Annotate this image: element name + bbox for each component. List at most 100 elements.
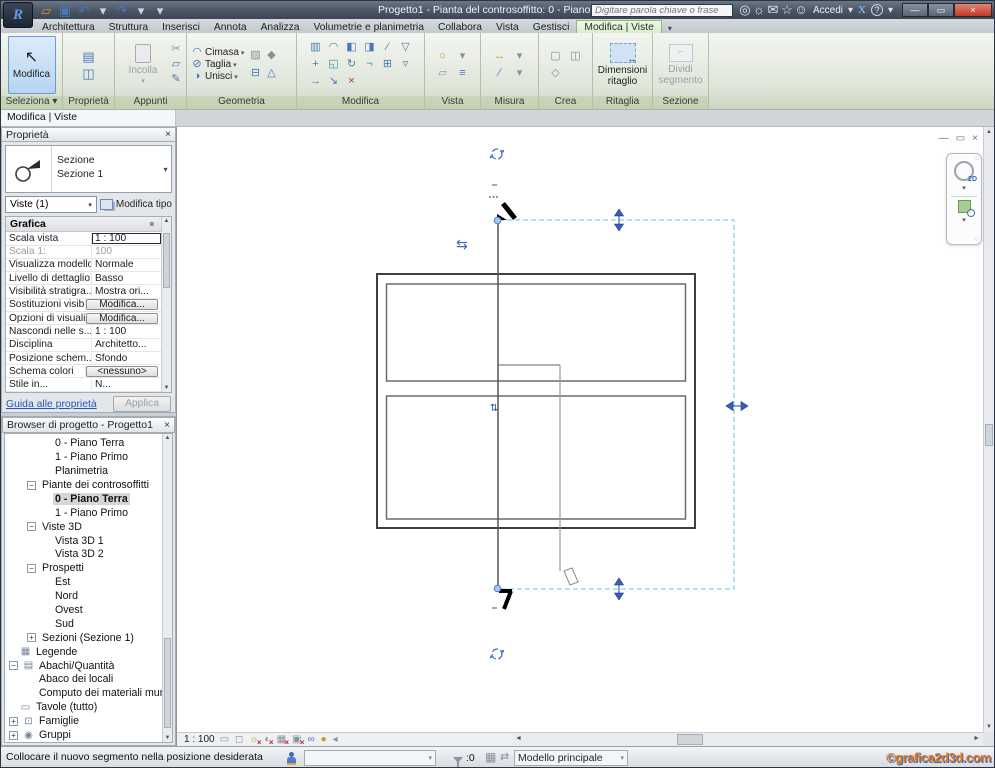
room-lower[interactable] bbox=[387, 396, 686, 519]
crop-size-button[interactable]: ↔ Dimensioni ritaglio bbox=[597, 36, 648, 94]
modify-button[interactable]: ↖ Modifica bbox=[8, 36, 56, 94]
tree-item[interactable]: Nord bbox=[5, 589, 172, 603]
scrollbar-thumb[interactable] bbox=[677, 734, 703, 745]
detail-level-icon[interactable]: ▭ bbox=[220, 735, 229, 745]
collapse-icon[interactable]: − bbox=[27, 481, 36, 490]
redo-icon[interactable]: ↷ bbox=[115, 4, 129, 17]
taglia-button[interactable]: ⊘Taglia▾ bbox=[191, 59, 244, 70]
tab-analizza[interactable]: Analizza bbox=[254, 21, 307, 33]
legend-component-icon[interactable]: ▢ bbox=[550, 51, 562, 62]
dimension-caret-icon[interactable]: ▾ bbox=[514, 68, 526, 79]
linework-brush-icon[interactable]: ▱ bbox=[437, 68, 449, 79]
apply-button[interactable]: Applica bbox=[113, 396, 171, 412]
expand-icon[interactable]: + bbox=[9, 717, 18, 726]
panel-title-ritaglia[interactable]: Ritaglia bbox=[593, 96, 652, 109]
property-value[interactable]: Architetto... bbox=[92, 339, 161, 350]
scale-icon[interactable]: ↘ bbox=[328, 76, 340, 87]
split-segment-button[interactable]: ⌐ Dividi segmento bbox=[657, 36, 704, 94]
building-outline[interactable] bbox=[377, 274, 695, 528]
tab-modifica-viste[interactable]: Modifica | Viste bbox=[576, 20, 661, 33]
create-group-icon[interactable]: ◇ bbox=[550, 68, 562, 79]
visual-style-icon[interactable]: ◻ bbox=[235, 735, 243, 745]
reveal-hidden-icon[interactable]: ● bbox=[321, 735, 327, 745]
aligned-dimension-icon[interactable]: ∕ bbox=[494, 68, 506, 79]
sun-path-icon[interactable]: ☼× bbox=[249, 735, 258, 745]
lightbulb-icon[interactable]: ○ bbox=[437, 51, 449, 62]
expand-icon[interactable]: + bbox=[27, 633, 36, 642]
split-element-icon[interactable]: ∕ bbox=[382, 42, 394, 53]
tab-annota[interactable]: Annota bbox=[207, 21, 254, 33]
tree-item[interactable]: 0 - Piano Terra bbox=[5, 436, 172, 450]
editing-requests-icon[interactable]: ▦ bbox=[485, 750, 496, 764]
expand-icon[interactable]: + bbox=[9, 731, 18, 740]
tab-volumetrie-e-planimetria[interactable]: Volumetrie e planimetria bbox=[306, 21, 430, 33]
property-grid-scrollbar[interactable]: ▲ ▼ bbox=[161, 217, 171, 392]
vertical-scrollbar[interactable]: ▲ ▼ bbox=[983, 127, 994, 732]
wall-sweep-icon[interactable]: ◆ bbox=[265, 50, 277, 61]
move-icon[interactable]: + bbox=[310, 59, 322, 70]
tree-item[interactable]: −Piante dei controsoffitti bbox=[5, 478, 172, 492]
trim-icon[interactable]: ¬ bbox=[364, 59, 376, 70]
tree-item[interactable]: +◉Gruppi bbox=[5, 728, 172, 742]
exchange-apps-icon[interactable]: X bbox=[858, 4, 866, 16]
tree-item[interactable]: 1 - Piano Primo bbox=[5, 450, 172, 464]
shadows-icon[interactable]: ◐× bbox=[265, 735, 271, 745]
open-icon[interactable]: ▱ bbox=[39, 4, 53, 17]
unpin-icon[interactable]: ▿ bbox=[400, 59, 412, 70]
undo-dropdown-icon[interactable]: ▾ bbox=[96, 4, 110, 17]
align-icon[interactable]: ▥ bbox=[310, 42, 322, 53]
close-icon[interactable]: × bbox=[954, 3, 992, 17]
paint-icon[interactable]: ▨ bbox=[249, 50, 261, 61]
undo-icon[interactable]: ↶ bbox=[77, 4, 91, 17]
browser-scrollbar[interactable]: ▲ ▼ bbox=[162, 434, 172, 742]
group-header-grafica[interactable]: Grafica « bbox=[6, 217, 171, 232]
tree-item[interactable]: Planimetria bbox=[5, 464, 172, 478]
tree-item[interactable]: 1 - Piano Primo bbox=[5, 506, 172, 520]
split-face-icon[interactable]: ⊟ bbox=[249, 68, 261, 79]
signin-caret-icon[interactable]: ▾ bbox=[848, 5, 853, 16]
communication-icon[interactable]: ✉ bbox=[766, 3, 780, 16]
view-restore-icon[interactable]: ▭ bbox=[956, 133, 965, 144]
redo-dropdown-icon[interactable]: ▾ bbox=[134, 4, 148, 17]
help-caret-icon[interactable]: ▾ bbox=[888, 5, 893, 16]
tab-inserisci[interactable]: Inserisci bbox=[155, 21, 207, 33]
property-value[interactable]: Normale bbox=[92, 259, 161, 270]
scrollbar-thumb[interactable] bbox=[164, 638, 171, 728]
workset-dropdown[interactable]: ▾ bbox=[304, 750, 436, 766]
delete-icon[interactable]: × bbox=[346, 76, 358, 87]
maximize-icon[interactable]: ▭ bbox=[928, 3, 954, 17]
panel-title-geometria[interactable]: Geometria bbox=[187, 96, 296, 109]
tree-item[interactable]: −▤Abachi/Quantità bbox=[5, 659, 172, 673]
temporary-hide-icon[interactable]: ∞ bbox=[307, 735, 314, 745]
panel-title-proprieta[interactable]: Proprietà bbox=[63, 96, 114, 109]
array-icon[interactable]: ⊞ bbox=[382, 59, 394, 70]
type-dropdown-icon[interactable]: ▾ bbox=[160, 146, 171, 192]
edit-type-button[interactable]: Modifica tipo bbox=[100, 199, 172, 210]
section-grip-bottom[interactable] bbox=[494, 585, 501, 592]
unisci-button[interactable]: ◑Unisci▾ bbox=[191, 71, 244, 82]
project-browser-close-icon[interactable]: × bbox=[164, 420, 170, 431]
panel-title-vista[interactable]: Vista bbox=[425, 96, 480, 109]
tree-item[interactable]: Est bbox=[5, 575, 172, 589]
scrollbar-thumb[interactable] bbox=[163, 233, 170, 288]
split-segment-control[interactable]: ⇅ bbox=[490, 403, 498, 414]
wheel-caret-icon[interactable]: ▾ bbox=[962, 184, 966, 192]
signin-label[interactable]: Accedi bbox=[813, 5, 843, 16]
tree-item[interactable]: 0 - Piano Terra bbox=[5, 492, 172, 506]
match-type-icon[interactable]: ✎ bbox=[170, 74, 182, 85]
properties-help-link[interactable]: Guida alle proprietà bbox=[6, 399, 97, 410]
crop-region-icon[interactable]: ▦× bbox=[277, 735, 286, 745]
filter-icon[interactable] bbox=[453, 752, 463, 764]
rotate-control-bottom[interactable] bbox=[490, 649, 504, 659]
properties-close-icon[interactable]: × bbox=[165, 129, 171, 140]
tab-vista[interactable]: Vista bbox=[489, 21, 526, 33]
zoom-icon[interactable] bbox=[958, 200, 971, 213]
cut-icon[interactable]: ✂ bbox=[170, 44, 182, 55]
steering-wheel-icon[interactable]: 2D bbox=[954, 161, 974, 181]
duplicate-view-icon[interactable]: ◫ bbox=[570, 51, 582, 62]
crop-arrow-right[interactable] bbox=[726, 402, 748, 411]
rotate-control-top[interactable] bbox=[490, 149, 504, 159]
application-menu-button[interactable]: R bbox=[3, 2, 33, 28]
minimize-icon[interactable]: — bbox=[902, 3, 928, 17]
tree-item[interactable]: Vista 3D 1 bbox=[5, 534, 172, 548]
